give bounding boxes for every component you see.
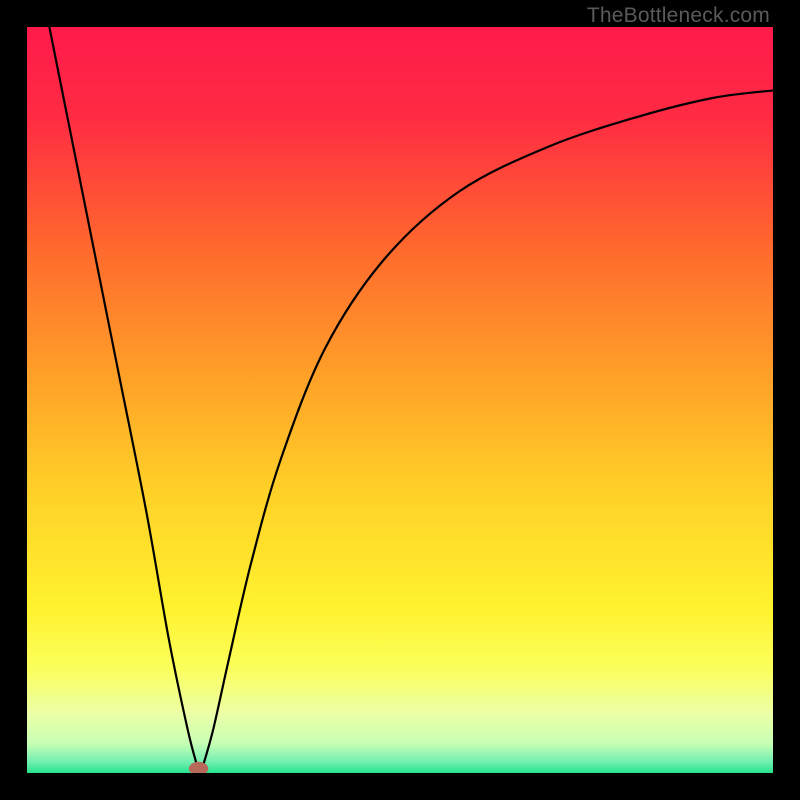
watermark-text: TheBottleneck.com	[587, 4, 770, 28]
chart-svg	[27, 27, 773, 773]
plot-area	[27, 27, 773, 773]
gradient-background	[27, 27, 773, 773]
chart-frame: TheBottleneck.com	[0, 0, 800, 800]
